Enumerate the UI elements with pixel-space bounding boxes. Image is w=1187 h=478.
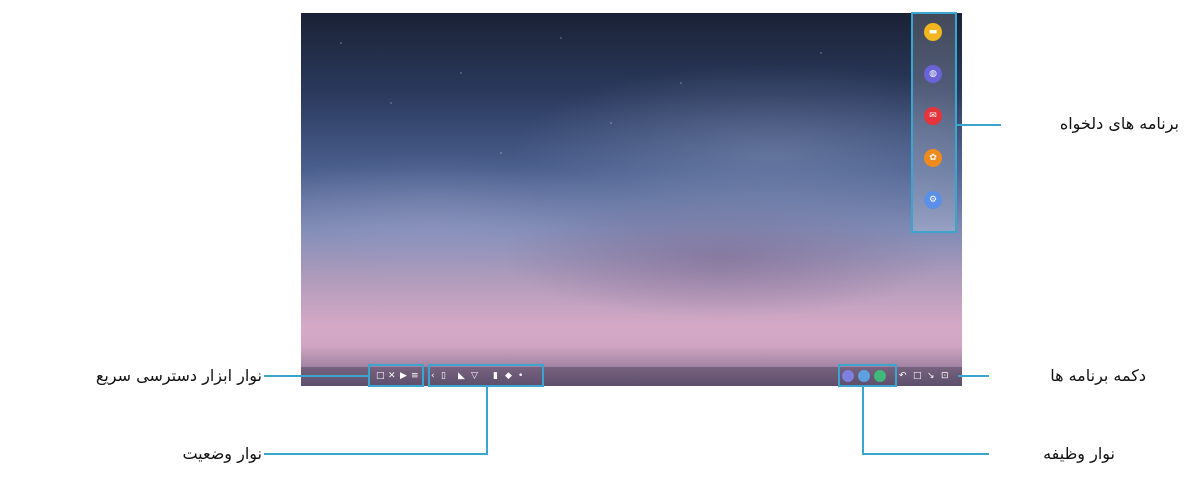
favorite-apps-label: برنامه های دلخواه	[1059, 114, 1179, 133]
apps-button-label: دکمه برنامه ها	[1050, 366, 1146, 385]
quick-access-leader	[264, 375, 368, 377]
favorite-apps-highlight	[911, 12, 957, 233]
home-icon[interactable]: □	[913, 371, 922, 382]
status-bar-leader-h	[264, 453, 488, 455]
status-bar-highlight	[428, 364, 544, 387]
quick-access-label: نوار ابزار دسترسی سریع	[95, 366, 262, 385]
status-bar-label: نوار وضعیت	[182, 444, 262, 463]
desktop-screen	[301, 13, 962, 386]
favorite-apps-leader	[957, 124, 1001, 126]
taskbar-leader-h	[862, 453, 989, 455]
quick-access-highlight	[368, 364, 424, 387]
taskbar-leader-v	[862, 387, 864, 454]
status-bar-leader-v	[486, 387, 488, 454]
taskbar-label: نوار وظیفه	[1043, 444, 1115, 463]
screenshot-icon[interactable]: ⊡	[941, 371, 949, 382]
taskbar-highlight	[838, 364, 897, 387]
back-icon[interactable]: ↶	[899, 371, 907, 382]
apps-button-leader	[958, 375, 989, 377]
recent-icon[interactable]: ↘	[927, 371, 935, 382]
wallpaper-stars	[301, 13, 962, 386]
